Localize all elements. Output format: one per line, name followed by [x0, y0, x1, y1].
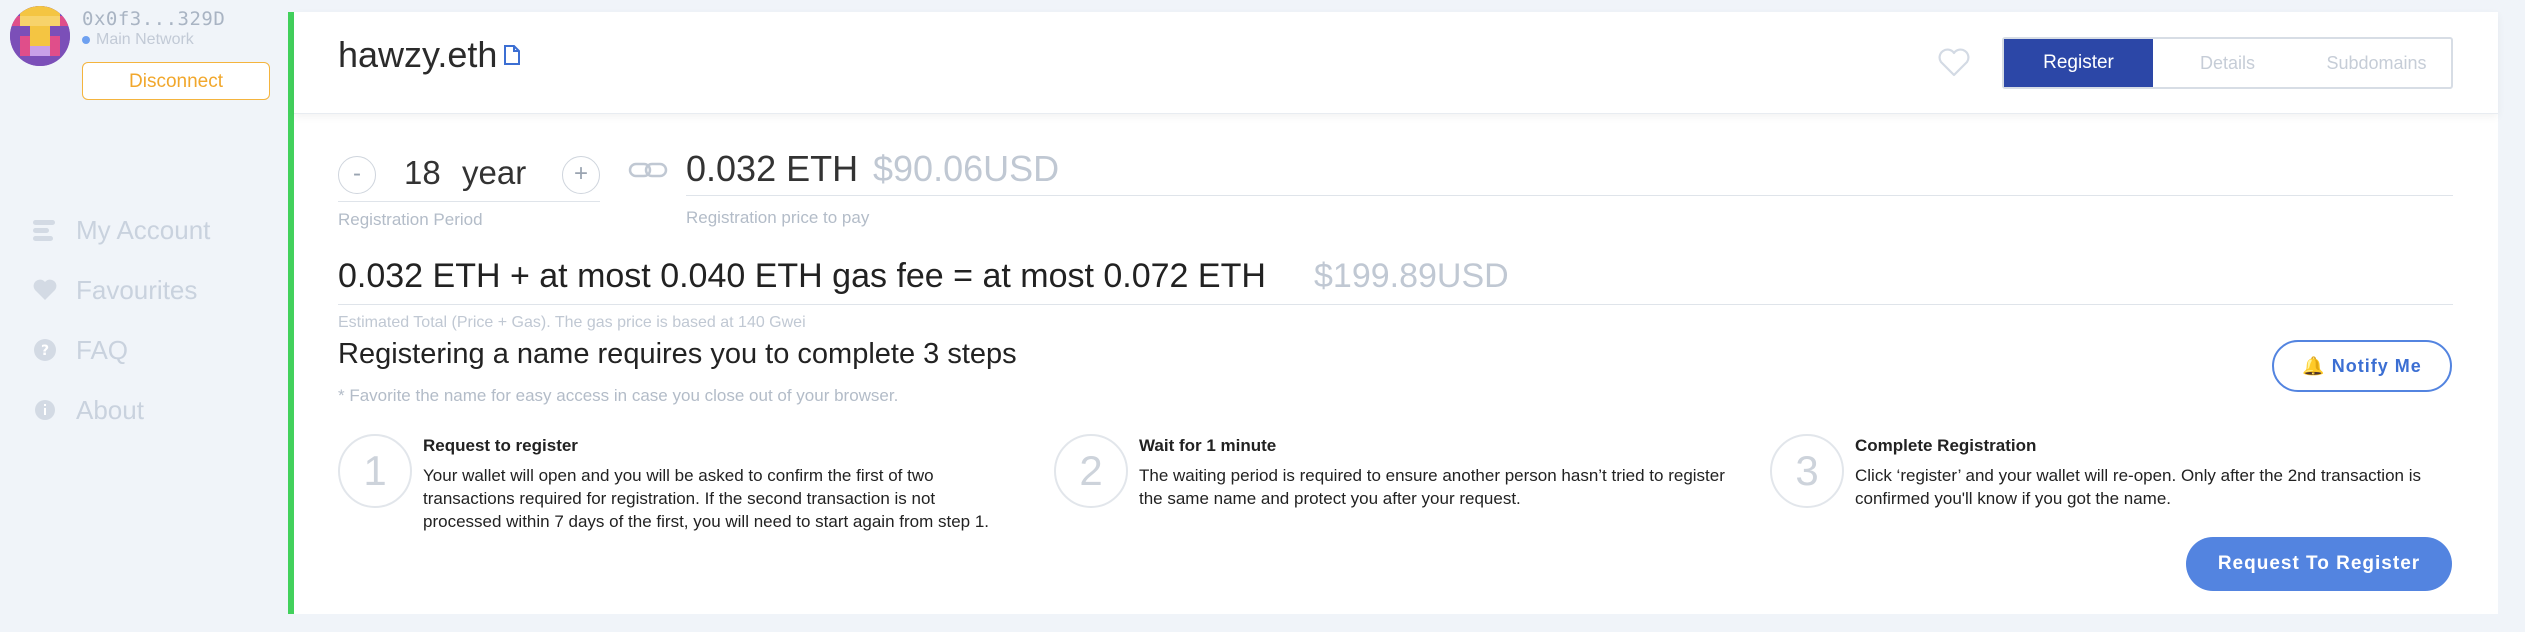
tab-subdomains[interactable]: Subdomains: [2302, 39, 2451, 87]
request-to-register-button[interactable]: Request To Register: [2186, 537, 2452, 591]
years-value: 18: [404, 154, 441, 191]
price-eth: 0.032 ETH: [686, 148, 859, 189]
decrease-years-button[interactable]: -: [338, 156, 376, 194]
registration-period-label: Registration Period: [338, 210, 483, 229]
network-status: Main Network: [82, 31, 194, 49]
copy-icon[interactable]: [503, 44, 521, 66]
registration-card: hawzy.eth Register Details Subdomains - …: [288, 12, 2498, 614]
step-title: Complete Registration: [1855, 436, 2037, 455]
account-icon: [32, 217, 58, 243]
step-description: Click ‘register’ and your wallet will re…: [1855, 466, 2421, 508]
wallet-address: 0x0f3...329D: [82, 8, 226, 30]
tab-details[interactable]: Details: [2153, 39, 2302, 87]
heart-icon: [32, 277, 58, 303]
sidebar-item-my-account[interactable]: My Account: [32, 200, 210, 260]
link-icon: [628, 160, 668, 185]
price-usd: $90.06USD: [873, 148, 1060, 189]
registration-price: 0.032 ETH $90.06USD: [686, 136, 2453, 196]
sidebar-item-label: FAQ: [76, 334, 129, 365]
years-unit: year: [462, 154, 527, 191]
steps-note: * Favorite the name for easy access in c…: [338, 386, 899, 405]
tab-bar: Register Details Subdomains: [2002, 37, 2453, 89]
info-icon: [32, 397, 58, 423]
disconnect-button[interactable]: Disconnect: [82, 62, 270, 100]
step-description: The waiting period is required to ensure…: [1139, 466, 1725, 508]
notify-label: Notify Me: [2331, 356, 2422, 376]
tab-register[interactable]: Register: [2004, 39, 2153, 87]
step-title: Request to register: [423, 436, 578, 455]
network-label: Main Network: [96, 31, 194, 48]
card-header: hawzy.eth Register Details Subdomains: [294, 12, 2498, 114]
domain-name: hawzy.eth: [338, 34, 498, 75]
total-eth: 0.032 ETH + at most 0.040 ETH gas fee = …: [338, 257, 1266, 295]
increase-years-button[interactable]: +: [562, 156, 600, 194]
sidebar-item-label: About: [76, 394, 144, 425]
avatar: [10, 6, 70, 66]
notify-me-button[interactable]: 🔔 Notify Me: [2272, 340, 2452, 392]
question-icon: ?: [32, 337, 58, 363]
svg-text:?: ?: [41, 343, 49, 359]
step-number: 3: [1770, 434, 1844, 508]
steps-title: Registering a name requires you to compl…: [338, 338, 1017, 370]
bell-icon: 🔔: [2302, 356, 2326, 376]
sidebar-item-faq[interactable]: ? FAQ: [32, 320, 210, 380]
sidebar-item-label: My Account: [76, 214, 211, 245]
total-usd: $199.89USD: [1314, 257, 1509, 295]
step-number: 1: [338, 434, 412, 508]
sidebar-item-favourites[interactable]: Favourites: [32, 260, 210, 320]
registration-price-label: Registration price to pay: [686, 208, 870, 227]
estimated-total: 0.032 ETH + at most 0.040 ETH gas fee = …: [338, 245, 2453, 305]
sidebar-nav: My Account Favourites ? FAQ About: [32, 200, 210, 440]
network-dot-icon: [82, 36, 90, 44]
step-description: Your wallet will open and you will be as…: [423, 466, 990, 531]
registration-period-stepper: - 18 year +: [338, 142, 600, 202]
favourite-heart-icon[interactable]: [1937, 48, 1971, 83]
sidebar-item-label: Favourites: [76, 274, 198, 305]
step-title: Wait for 1 minute: [1139, 436, 1277, 455]
estimated-total-label: Estimated Total (Price + Gas). The gas p…: [338, 314, 806, 331]
step-number: 2: [1054, 434, 1128, 508]
sidebar-item-about[interactable]: About: [32, 380, 210, 440]
domain-title: hawzy.eth: [338, 34, 521, 76]
